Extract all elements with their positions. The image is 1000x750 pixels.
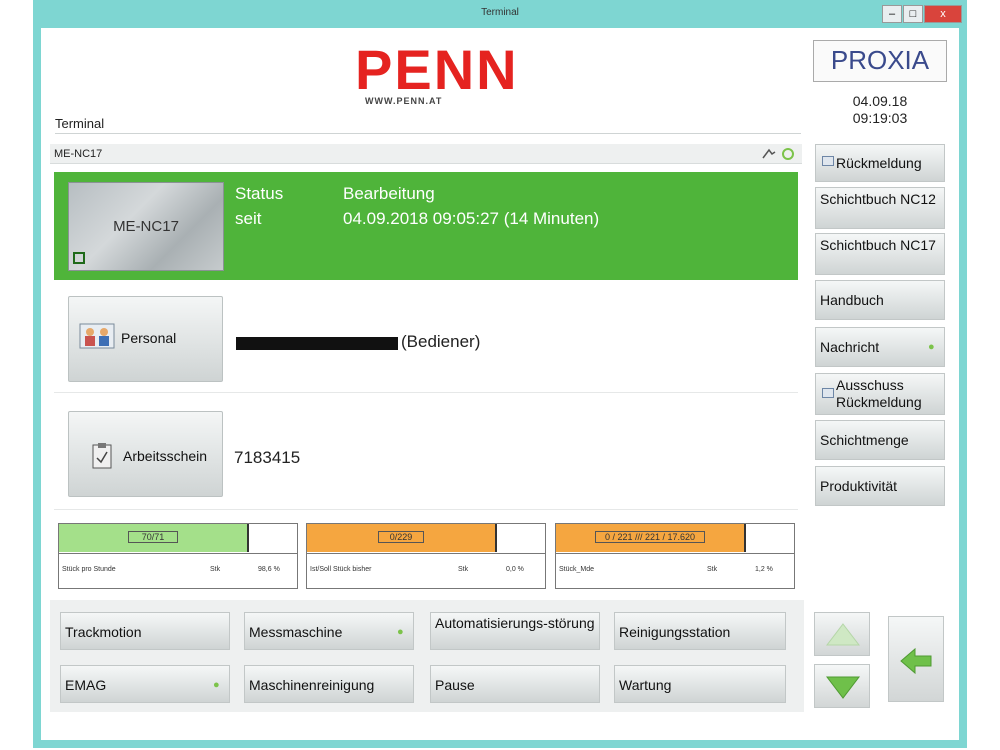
sidebar-item-label: Handbuch bbox=[820, 292, 884, 308]
button-label: Reinigungsstation bbox=[619, 624, 731, 640]
datetime-display: 04.09.18 09:19:03 bbox=[813, 93, 947, 127]
sidebar-item-produktivitaet[interactable]: Produktivität bbox=[815, 466, 945, 506]
status-dot-icon: ● bbox=[928, 341, 935, 353]
divider bbox=[55, 133, 801, 134]
machine-image-label: ME-NC17 bbox=[113, 218, 179, 235]
machine-bar-icons[interactable] bbox=[760, 146, 800, 167]
gauge-unit: Stk bbox=[210, 566, 221, 573]
automatisierungsstoerung-button[interactable]: Automatisierungs-störung bbox=[430, 612, 600, 650]
arrow-down-icon bbox=[825, 676, 861, 699]
sidebar-item-label: Ausschuss Rückmeldung bbox=[836, 377, 922, 410]
maximize-button[interactable]: □ bbox=[903, 5, 923, 23]
gauge-label: Stück pro Stunde bbox=[62, 566, 116, 573]
gauge-percent: 0,0 % bbox=[506, 566, 524, 573]
gauge-value: 0/229 bbox=[378, 531, 424, 543]
sidebar-item-label: Schichtmenge bbox=[820, 432, 909, 448]
personal-role: (Bediener) bbox=[401, 332, 481, 351]
scroll-down-button[interactable] bbox=[814, 664, 870, 708]
sidebar-item-schichtbuch-nc17[interactable]: Schichtbuch NC17 bbox=[815, 233, 945, 275]
sidebar-item-label: Nachricht bbox=[820, 339, 880, 355]
reinigungsstation-button[interactable]: Reinigungsstation bbox=[614, 612, 786, 650]
button-label: EMAG bbox=[65, 677, 107, 693]
gauge-stueck-pro-stunde: 70/71 Stück pro Stunde Stk 98,6 % bbox=[58, 523, 298, 589]
sidebar-item-handbuch[interactable]: Handbuch bbox=[815, 280, 945, 320]
button-label: Automatisierungs-störung bbox=[435, 615, 595, 631]
scroll-up-button[interactable] bbox=[814, 612, 870, 656]
date-text: 04.09.18 bbox=[852, 93, 908, 109]
trackmotion-button[interactable]: Trackmotion bbox=[60, 612, 230, 650]
button-label: Trackmotion bbox=[65, 624, 142, 640]
gauge-ist-soll: 0/229 Ist/Soll Stück bisher Stk 0,0 % bbox=[306, 523, 546, 589]
network-refresh-icon bbox=[762, 148, 794, 160]
sidebar-item-label: Produktivität bbox=[820, 478, 898, 494]
button-label: Wartung bbox=[619, 677, 672, 693]
button-label: Messmaschine bbox=[249, 624, 343, 640]
since-label: seit bbox=[235, 209, 262, 228]
since-value: 04.09.2018 09:05:27 (14 Minuten) bbox=[343, 209, 600, 228]
row-divider bbox=[54, 509, 798, 510]
status-label: Status bbox=[235, 184, 284, 203]
terminal-label: Terminal bbox=[55, 116, 105, 131]
gauge-stueck-mde: 0 / 221 /// 221 / 17.620 Stück_Mde Stk 1… bbox=[555, 523, 795, 589]
sidebar-item-label: Rückmeldung bbox=[836, 155, 922, 171]
time-text: 09:19:03 bbox=[852, 110, 908, 126]
sidebar-item-schichtmenge[interactable]: Schichtmenge bbox=[815, 420, 945, 460]
back-button[interactable] bbox=[888, 616, 944, 702]
arrow-up-icon bbox=[825, 623, 861, 646]
row-divider bbox=[54, 392, 798, 393]
stop-square-icon bbox=[73, 252, 85, 264]
sidebar-item-nachricht[interactable]: Nachricht ● bbox=[815, 327, 945, 367]
gauge-percent: 1,2 % bbox=[755, 566, 773, 573]
maschinenreinigung-button[interactable]: Maschinenreinigung bbox=[244, 665, 414, 703]
messmaschine-button[interactable]: Messmaschine ● bbox=[244, 612, 414, 650]
arbeitsschein-number: 7183415 bbox=[234, 448, 301, 467]
sidebar-item-schichtbuch-nc12[interactable]: Schichtbuch NC12 bbox=[815, 187, 945, 229]
button-label: Pause bbox=[435, 677, 475, 693]
gauge-unit: Stk bbox=[458, 566, 469, 573]
penn-url: WWW.PENN.AT bbox=[365, 96, 443, 106]
gauge-percent: 98,6 % bbox=[258, 566, 280, 573]
document-icon bbox=[822, 156, 834, 166]
sidebar-item-ausschuss[interactable]: Ausschuss Rückmeldung bbox=[815, 373, 945, 415]
machine-id: ME-NC17 bbox=[54, 148, 103, 160]
wartung-button[interactable]: Wartung bbox=[614, 665, 786, 703]
personal-button-label: Personal bbox=[121, 330, 177, 346]
arrow-left-icon bbox=[900, 647, 932, 675]
gauge-value: 0 / 221 /// 221 / 17.620 bbox=[595, 531, 705, 543]
button-label: Maschinenreinigung bbox=[249, 677, 375, 693]
arbeitsschein-button[interactable]: Arbeitsschein bbox=[68, 411, 223, 497]
proxia-logo: PROXIA bbox=[830, 45, 930, 75]
pause-button[interactable]: Pause bbox=[430, 665, 600, 703]
sidebar-item-rueckmeldung[interactable]: Rückmeldung bbox=[815, 144, 945, 182]
gauge-unit: Stk bbox=[707, 566, 718, 573]
status-dot-icon: ● bbox=[213, 679, 220, 691]
sidebar-item-label: Schichtbuch NC12 bbox=[820, 191, 936, 207]
gauge-value: 70/71 bbox=[128, 531, 178, 543]
gauge-label: Ist/Soll Stück bisher bbox=[310, 566, 372, 573]
clipboard-icon bbox=[92, 443, 112, 469]
document-icon bbox=[822, 388, 834, 398]
arbeitsschein-button-label: Arbeitsschein bbox=[123, 448, 208, 464]
redacted-name bbox=[236, 337, 398, 350]
penn-logo: PENN bbox=[355, 38, 519, 101]
personal-button[interactable]: Personal bbox=[68, 296, 223, 382]
emag-button[interactable]: EMAG ● bbox=[60, 665, 230, 703]
people-icon bbox=[79, 323, 115, 349]
machine-bar bbox=[50, 144, 802, 164]
minimize-button[interactable]: – bbox=[882, 5, 902, 23]
close-button[interactable]: x bbox=[924, 5, 962, 23]
status-dot-icon: ● bbox=[397, 626, 404, 638]
status-value: Bearbeitung bbox=[343, 184, 435, 203]
sidebar-item-label: Schichtbuch NC17 bbox=[820, 237, 936, 253]
window-title: Terminal bbox=[481, 7, 519, 18]
gauge-label: Stück_Mde bbox=[559, 566, 595, 573]
